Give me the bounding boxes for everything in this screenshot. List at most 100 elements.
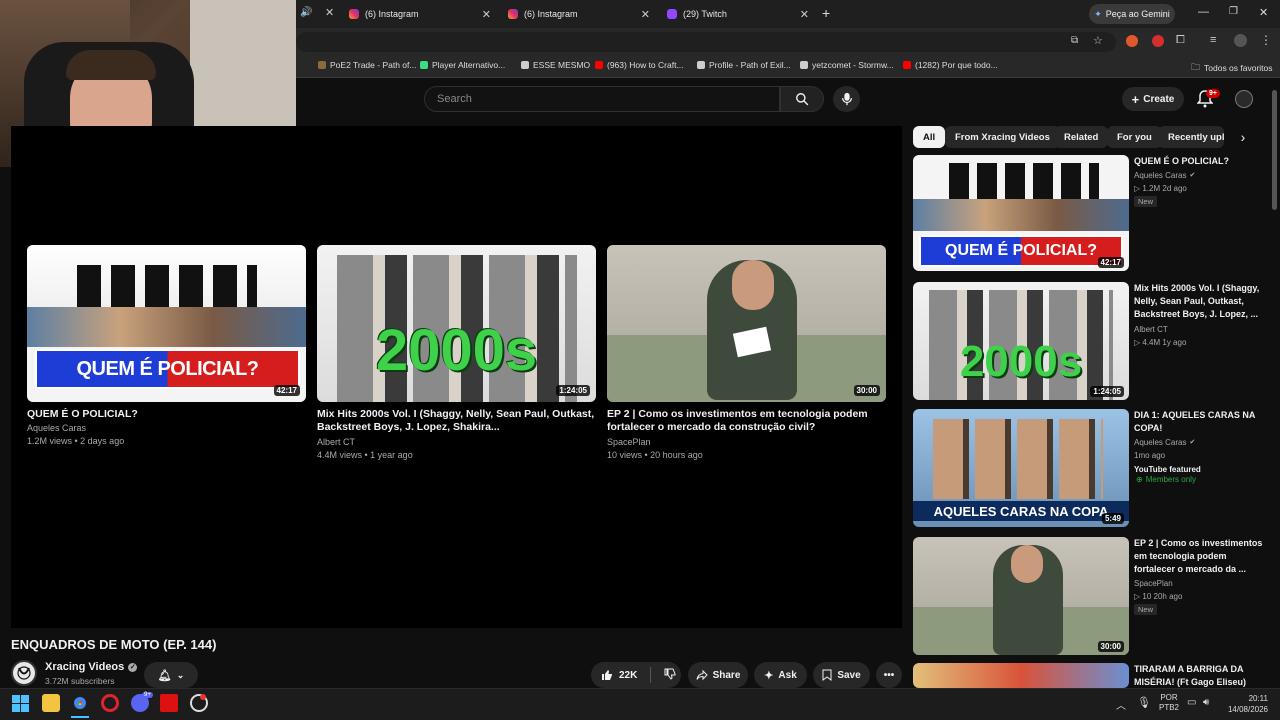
tab-close-icon[interactable]: ✕ [800, 8, 809, 21]
account-avatar[interactable] [1235, 90, 1253, 108]
windows-start-icon[interactable] [12, 695, 29, 712]
bookmark-item[interactable]: (1282) Por que todo... [903, 60, 998, 70]
chevron-right-icon[interactable]: › [1232, 126, 1254, 148]
duration-badge: 42:17 [1097, 257, 1124, 268]
channel-avatar[interactable] [11, 660, 37, 686]
language-indicator[interactable]: POR PTB2 [1159, 693, 1179, 713]
bookmark-item[interactable]: yetzcomet - Stormw... [800, 60, 894, 70]
chip-for-you[interactable]: For you [1107, 126, 1162, 148]
youtube-icon [903, 61, 911, 69]
voice-search-button[interactable] [833, 86, 860, 112]
minimize-button[interactable]: — [1198, 6, 1209, 18]
bookmark-item[interactable]: ESSE MESMO [521, 60, 590, 70]
tab-twitch[interactable]: (29) Twitch ✕ [659, 4, 817, 24]
endscreen-thumbnail[interactable]: QUEM É POLICIAL? 42:17 [27, 245, 306, 402]
tab-close-icon[interactable]: ✕ [482, 8, 491, 21]
notification-count-badge: 9+ [1206, 89, 1220, 98]
related-channel[interactable]: Albert CT [1134, 323, 1168, 336]
thumbs-down-icon [664, 668, 676, 680]
chip-related[interactable]: Related [1054, 126, 1109, 148]
bookmark-star-icon[interactable]: ☆ [1093, 34, 1103, 47]
tab-instagram-2[interactable]: (6) Instagram ✕ [500, 4, 658, 24]
opera-icon[interactable] [101, 694, 119, 712]
tab-audio-icon[interactable]: 🔊 [300, 7, 312, 18]
endscreen-title[interactable]: QUEM É O POLICIAL? [27, 408, 306, 421]
notification-dot [200, 694, 206, 700]
related-thumbnail[interactable]: 2000s 1:24:05 [913, 282, 1129, 400]
endscreen-thumbnail[interactable]: 2000s 1:24:05 [317, 245, 596, 402]
network-icon[interactable]: ▭ [1187, 697, 1196, 708]
tab-close-icon[interactable]: ✕ [641, 8, 650, 21]
tab-close-icon[interactable]: ✕ [325, 6, 334, 19]
chip-from-channel[interactable]: From Xracing Videos [945, 126, 1060, 148]
more-actions-button[interactable]: ••• [876, 662, 902, 688]
instagram-icon [349, 9, 359, 19]
cast-icon[interactable]: ⧉ [1071, 35, 1078, 46]
share-button[interactable]: Share [688, 662, 748, 688]
bookmark-item[interactable]: Profile - Path of Exil... [697, 60, 791, 70]
search-icon [796, 93, 809, 106]
related-thumbnail[interactable]: AQUELES CARAS NA COPA 5:49 [913, 409, 1129, 527]
channel-logo-icon [17, 666, 31, 680]
search-input[interactable]: Search [424, 86, 780, 112]
address-field[interactable] [296, 32, 1116, 52]
site-icon [800, 61, 808, 69]
chip-recently-uploaded[interactable]: Recently uplo [1158, 126, 1224, 148]
file-explorer-icon[interactable] [42, 694, 60, 712]
search-button[interactable] [780, 86, 824, 112]
duration-badge: 42:17 [273, 385, 300, 396]
gemini-button[interactable]: ✦ Peça ao Gemini [1089, 4, 1175, 24]
subscriber-count: 3.72M subscribers [45, 676, 115, 686]
extension-icon[interactable] [1152, 35, 1164, 47]
related-channel[interactable]: SpacePlan [1134, 577, 1173, 590]
related-title[interactable]: DIA 1: AQUELES CARAS NA COPA! [1134, 409, 1264, 435]
restore-button[interactable]: ❐ [1229, 6, 1238, 17]
create-button[interactable]: + Create [1122, 87, 1184, 111]
chevron-up-icon[interactable]: ︿ [1116, 697, 1126, 712]
reading-list-icon[interactable]: ≡ [1210, 34, 1216, 46]
scrollbar-thumb[interactable] [1272, 90, 1277, 210]
endscreen-channel: Aqueles Caras [27, 423, 87, 433]
dislike-button[interactable] [664, 668, 676, 683]
endscreen-title[interactable]: EP 2 | Como os investimentos em tecnolog… [607, 408, 886, 434]
related-title[interactable]: QUEM É O POLICIAL? [1134, 155, 1264, 168]
related-channel[interactable]: Aqueles Caras ✔ [1134, 169, 1195, 182]
related-title[interactable]: TIRARAM A BARRIGA DA MISÉRIA! (Ft Gago E… [1134, 663, 1264, 688]
like-button[interactable]: 22K [601, 669, 637, 681]
volume-icon[interactable]: 🔊︎ [1203, 697, 1209, 708]
endscreen-title[interactable]: Mix Hits 2000s Vol. I (Shaggy, Nelly, Se… [317, 408, 596, 434]
endscreen-thumbnail[interactable]: 30:00 [607, 245, 886, 402]
new-badge: New [1134, 604, 1158, 615]
profile-avatar[interactable] [1234, 34, 1247, 47]
new-tab-button[interactable]: + [822, 5, 830, 21]
related-title[interactable]: EP 2 | Como os investimentos em tecnolog… [1134, 537, 1264, 576]
channel-name[interactable]: Xracing Videos ✓ [45, 661, 138, 673]
browser-menu-icon[interactable]: ⋮ [1260, 33, 1272, 47]
chip-all[interactable]: All [913, 126, 946, 148]
ask-button[interactable]: ✦ Ask [754, 662, 807, 688]
endscreen-channel: Albert CT [317, 437, 356, 447]
endscreen-channel: SpacePlan [607, 437, 651, 447]
related-title[interactable]: Mix Hits 2000s Vol. I (Shaggy, Nelly, Se… [1134, 282, 1264, 321]
tab-instagram-1[interactable]: (6) Instagram ✕ [341, 4, 499, 24]
close-window-button[interactable]: ✕ [1259, 6, 1268, 19]
bookmark-item[interactable]: Player Alternativo... [420, 60, 505, 70]
related-thumbnail[interactable] [913, 663, 1129, 688]
related-thumbnail[interactable]: 30:00 [913, 537, 1129, 655]
bookmark-item[interactable]: (963) How to Craft... [595, 60, 684, 70]
extensions-puzzle-icon[interactable]: ⧠ [1176, 34, 1185, 47]
chevron-down-icon: ⌄ [176, 669, 185, 680]
bookmarks-folder[interactable]: 🗀 Todos os favoritos [1191, 60, 1273, 76]
bookmark-item[interactable]: PoE2 Trade - Path of... [318, 60, 416, 70]
related-thumbnail[interactable]: QUEM É POLICIAL? 42:17 [913, 155, 1129, 271]
microphone-icon[interactable]: 🎙︎ [1137, 696, 1151, 709]
extension-icon[interactable] [1126, 35, 1138, 47]
site-icon [521, 61, 529, 69]
clock[interactable]: 20:11 14/08/2026 [1224, 693, 1268, 715]
chrome-icon[interactable] [71, 694, 89, 712]
save-button[interactable]: Save [813, 662, 870, 688]
verified-icon: ✔ [1189, 172, 1196, 179]
subscribed-button[interactable]: 🔔︎ ⌄ [144, 662, 198, 688]
related-channel[interactable]: Aqueles Caras ✔ [1134, 436, 1195, 449]
stream-app-icon[interactable] [160, 694, 178, 712]
